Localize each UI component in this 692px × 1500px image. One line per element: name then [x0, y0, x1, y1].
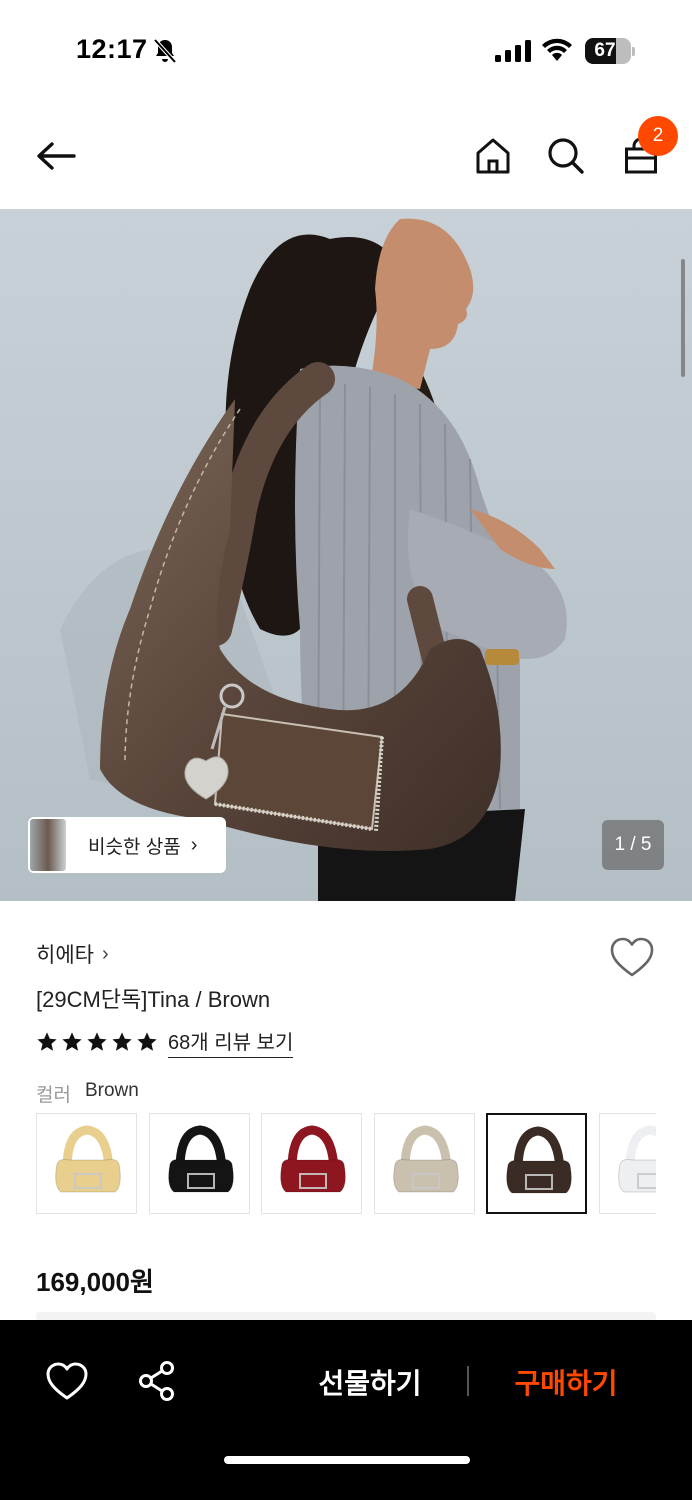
cart-count-badge: 2 — [638, 116, 678, 156]
rating-stars — [36, 1031, 158, 1053]
star-icon — [137, 1032, 157, 1051]
star-icon — [87, 1032, 107, 1051]
share-button[interactable] — [136, 1360, 178, 1402]
share-icon — [139, 1361, 174, 1401]
similar-products-button[interactable]: 비슷한 상품 › — [28, 817, 226, 873]
bag-thumbnail — [167, 1125, 234, 1193]
rating-row: 68개 리뷰 보기 — [36, 1026, 294, 1058]
top-nav — [0, 110, 692, 206]
gift-button[interactable]: 선물하기 — [300, 1356, 440, 1408]
color-swatch-red[interactable] — [261, 1113, 363, 1214]
status-time: 12:17 — [76, 34, 148, 64]
battery-indicator: 67 — [585, 38, 635, 64]
heart-outline-icon — [46, 1362, 88, 1400]
gallery-scroll-indicator — [681, 259, 685, 377]
bag-thumbnail — [618, 1125, 656, 1193]
star-icon — [112, 1032, 132, 1051]
search-icon — [548, 138, 584, 174]
chevron-right-icon: › — [190, 833, 198, 856]
wishlist-button[interactable] — [608, 934, 656, 982]
arrow-left-icon — [37, 142, 76, 170]
color-swatch-white[interactable] — [599, 1113, 656, 1214]
star-icon — [62, 1032, 82, 1051]
similar-products-label: 비슷한 상품 — [88, 836, 181, 858]
bell-off-icon — [153, 38, 177, 64]
bottom-action-bar: 선물하기 구매하기 — [0, 1320, 692, 1500]
brand-name: 히에타 — [36, 944, 94, 967]
color-swatch-list — [36, 1113, 656, 1215]
selected-color-value: Brown — [84, 1080, 139, 1101]
image-page-counter: 1 / 5 — [602, 820, 664, 870]
search-button[interactable] — [542, 132, 590, 180]
product-photo — [0, 209, 692, 901]
signal-icon — [495, 40, 531, 62]
color-swatch-brown[interactable] — [486, 1113, 588, 1214]
view-reviews-link[interactable]: 68개 리뷰 보기 — [168, 1026, 294, 1058]
color-label: 컬러 — [36, 1085, 71, 1106]
bag-thumbnail — [55, 1125, 121, 1193]
buy-now-button[interactable]: 구매하기 — [494, 1356, 638, 1408]
chevron-right-icon: › — [101, 942, 109, 965]
home-icon — [476, 138, 510, 174]
divider — [467, 1366, 469, 1396]
battery-level: 67 — [594, 40, 616, 61]
back-button[interactable] — [32, 132, 80, 180]
color-option-row: 컬러 Brown — [36, 1080, 139, 1107]
product-image-gallery[interactable]: 비슷한 상품 › 1 / 5 — [0, 209, 692, 901]
wifi-icon — [542, 38, 572, 61]
bottom-wishlist-button[interactable] — [44, 1359, 90, 1403]
star-icon — [37, 1032, 57, 1051]
home-indicator — [224, 1456, 470, 1464]
bag-thumbnail — [392, 1125, 459, 1193]
product-price: 169,000원 — [36, 1267, 154, 1297]
color-swatch-silver-beige[interactable] — [373, 1113, 475, 1214]
similar-products-thumbnail — [30, 819, 66, 871]
status-bar: 12:17 67 — [0, 0, 692, 100]
bag-thumbnail — [280, 1125, 346, 1193]
product-title: [29CM단독]Tina / Brown — [36, 987, 271, 1012]
brand-link[interactable]: 히에타 › — [36, 939, 109, 969]
color-swatch-black[interactable] — [148, 1113, 250, 1214]
color-swatch-yellow[interactable] — [36, 1113, 137, 1214]
heart-outline-icon — [610, 937, 654, 977]
bag-thumbnail — [506, 1126, 573, 1194]
home-button[interactable] — [469, 132, 517, 180]
